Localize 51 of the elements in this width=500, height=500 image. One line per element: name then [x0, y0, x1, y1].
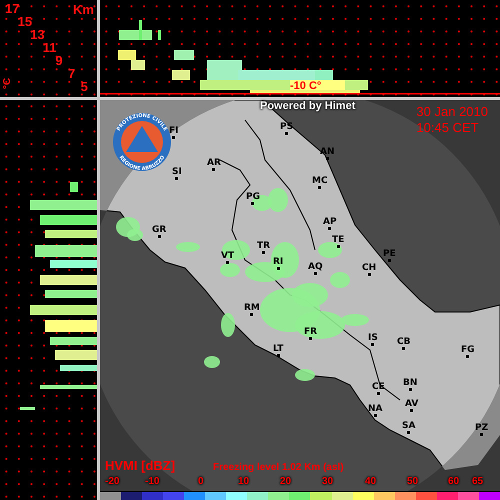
city-label: FG	[461, 345, 475, 358]
city-label: AQ	[308, 262, 323, 275]
city-label: NA	[368, 404, 382, 417]
city-label: RM	[244, 303, 260, 316]
altitude-label: 11	[42, 41, 57, 54]
scale-tick-label: 0	[198, 476, 204, 487]
city-label: TE	[332, 235, 344, 248]
city-label: AV	[405, 399, 418, 412]
time-text: 10:45 CET	[416, 120, 480, 136]
city-label: CE	[372, 382, 385, 395]
legend-title: HVMI [dBZ]	[105, 458, 176, 473]
scale-tick-label: 10	[238, 476, 250, 487]
altitude-label: 9	[55, 54, 63, 67]
scale-tick-label: 65	[472, 476, 484, 487]
city-label: PE	[383, 249, 396, 262]
altitude-label: 17	[5, 2, 20, 15]
altitude-label: 7	[68, 67, 76, 80]
freezing-level-text: Freezing level 1.02 Km (asl)	[213, 462, 344, 473]
city-label: AR	[207, 158, 221, 171]
city-label: LT	[273, 344, 284, 357]
city-label: FI	[169, 126, 178, 139]
city-label: PG	[246, 192, 260, 205]
scale-tick-label: 60	[448, 476, 460, 487]
isotherm-label: -10 C°	[290, 81, 322, 92]
city-label: MC	[312, 176, 328, 189]
city-label: CB	[397, 337, 410, 350]
temperature-unit-label: °C	[2, 78, 14, 90]
unit-label: Km	[73, 2, 94, 17]
city-label: SA	[402, 421, 416, 434]
city-label: AN	[320, 147, 334, 160]
date-text: 30 Jan 2010	[416, 104, 488, 120]
scale-tick-label: -20	[105, 476, 120, 487]
altitude-label: 15	[18, 15, 32, 28]
scale-tick-label: 40	[365, 476, 376, 487]
city-label: IS	[368, 333, 378, 346]
city-label: GR	[152, 225, 166, 238]
altitude-label: 13	[30, 28, 45, 41]
scale-tick-label: 20	[280, 476, 292, 487]
scale-tick-label: 30	[322, 476, 334, 487]
city-label: SI	[172, 167, 182, 180]
city-label: RI	[273, 257, 284, 270]
city-label: CH	[362, 263, 376, 276]
city-label: BN	[403, 378, 418, 391]
city-label: VT	[221, 251, 234, 264]
scale-tick-label: 50	[407, 476, 418, 487]
altitude-label: 5	[80, 80, 88, 93]
scale-tick-label: -10	[145, 476, 160, 487]
city-label: TR	[257, 241, 270, 254]
city-label: AP	[323, 217, 337, 230]
city-label: PZ	[475, 423, 488, 436]
city-label: FR	[304, 327, 318, 340]
